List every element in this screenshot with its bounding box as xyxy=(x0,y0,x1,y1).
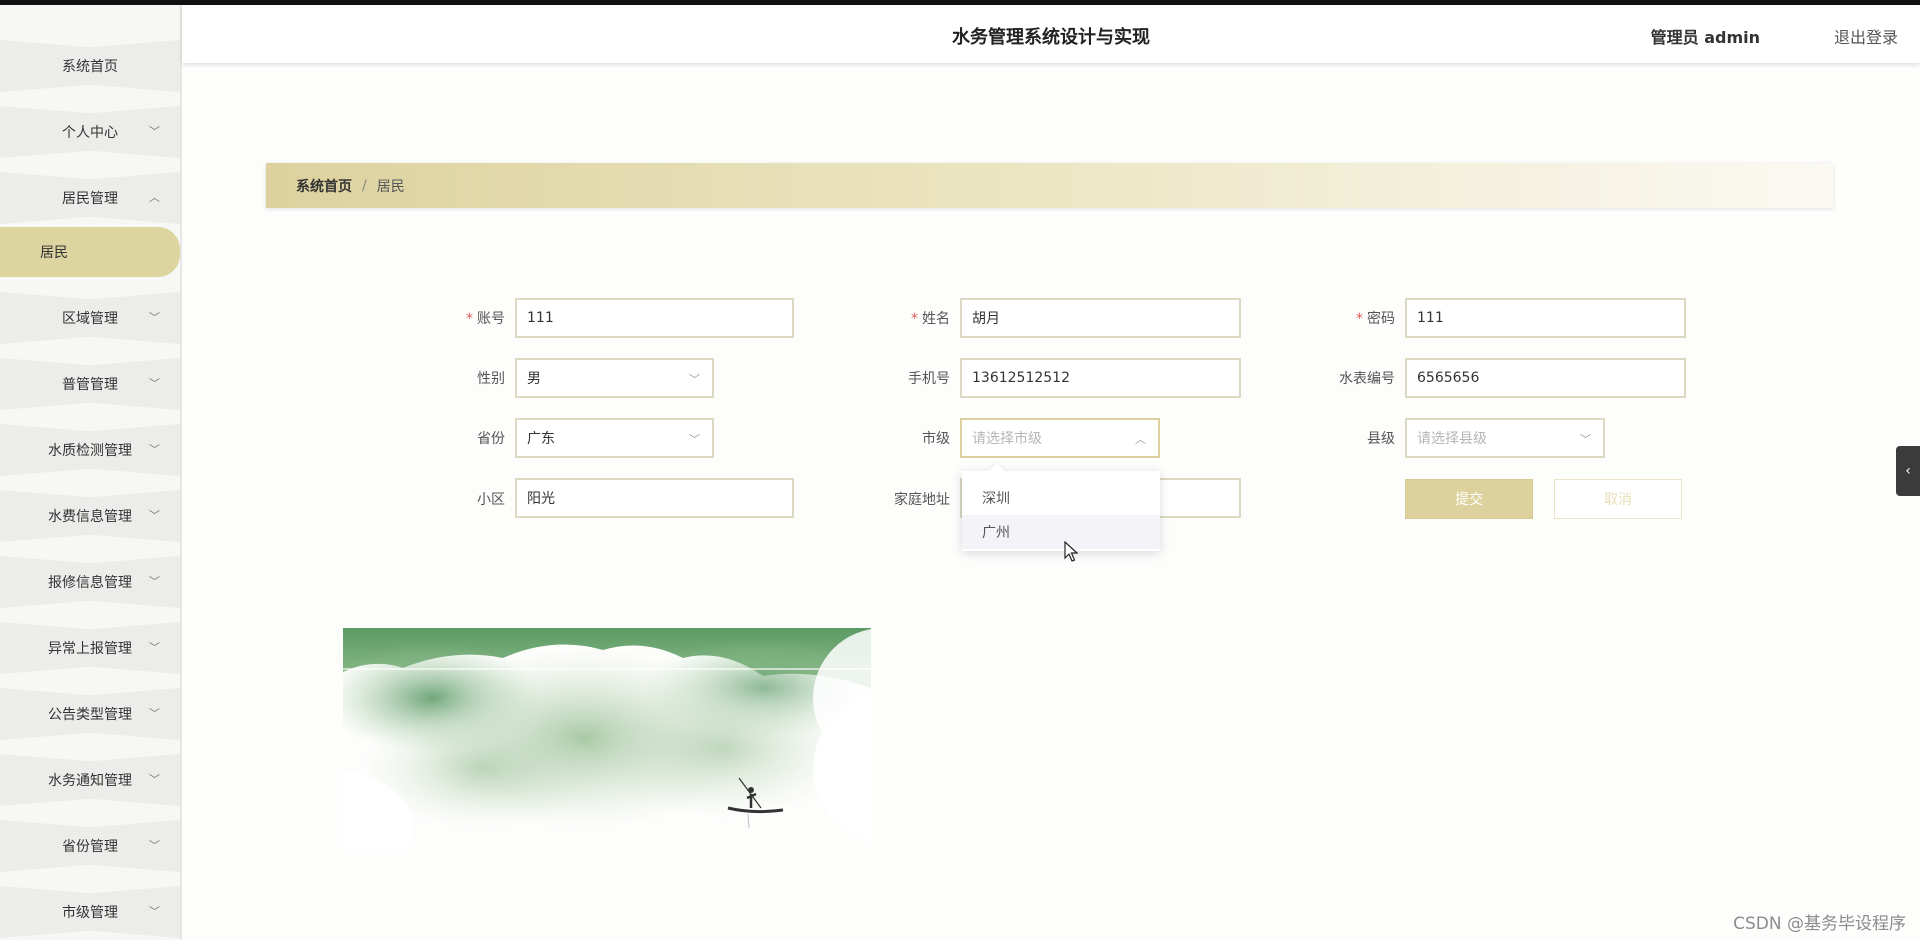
sidebar-item-repair[interactable]: 报修信息管理 ﹀ xyxy=(0,556,180,608)
password-input[interactable]: 111 xyxy=(1405,298,1686,338)
gender-select-value: 男 xyxy=(527,371,541,387)
sidebar-item-label: 系统首页 xyxy=(62,59,118,75)
city-option[interactable]: 广州 xyxy=(962,515,1160,549)
county-label: 县级 xyxy=(1367,431,1395,447)
county-select-placeholder: 请选择县级 xyxy=(1417,431,1487,447)
sidebar-item-label: 区域管理 xyxy=(62,311,118,327)
sidebar-item-label: 居民管理 xyxy=(62,191,118,207)
chevron-down-icon: ﹀ xyxy=(149,509,160,522)
sidebar-item-province[interactable]: 省份管理 ﹀ xyxy=(0,820,180,872)
chevron-down-icon: ﹀ xyxy=(149,125,160,138)
sidebar: 系统首页 个人中心 ﹀ 居民管理 ︿ 居民 区域管理 ﹀ 普管管理 ﹀ 水质检测… xyxy=(0,5,182,940)
cancel-button[interactable]: 取消 xyxy=(1554,479,1682,519)
required-mark: * xyxy=(466,311,473,327)
chevron-down-icon: ﹀ xyxy=(689,373,700,386)
gender-select[interactable]: 男 ﹀ xyxy=(515,358,714,398)
top-header: 水务管理系统设计与实现 管理员 admin 退出登录 xyxy=(182,5,1920,63)
community-input[interactable]: 阳光 xyxy=(515,478,794,518)
city-select-placeholder: 请选择市级 xyxy=(972,431,1042,447)
sidebar-item-personal-center[interactable]: 个人中心 ﹀ xyxy=(0,106,180,158)
address-label: 家庭地址 xyxy=(894,492,950,508)
chevron-down-icon: ﹀ xyxy=(149,641,160,654)
meter-label: 水表编号 xyxy=(1339,371,1395,387)
chevron-down-icon: ﹀ xyxy=(149,575,160,588)
breadcrumb-separator: / xyxy=(362,177,367,194)
chevron-up-icon: ︿ xyxy=(1135,433,1146,446)
sidebar-item-home[interactable]: 系统首页 xyxy=(0,40,180,92)
sidebar-item-label: 报修信息管理 xyxy=(48,575,132,591)
city-label: 市级 xyxy=(922,431,950,447)
gender-label: 性别 xyxy=(477,371,505,387)
account-input[interactable]: 111 xyxy=(515,298,794,338)
submit-button[interactable]: 提交 xyxy=(1405,479,1533,519)
sidebar-item-staff-management[interactable]: 普管管理 ﹀ xyxy=(0,358,180,410)
sidebar-item-label: 省份管理 xyxy=(62,839,118,855)
logout-link[interactable]: 退出登录 xyxy=(1834,24,1898,48)
meter-number-input[interactable]: 6565656 xyxy=(1405,358,1686,398)
sidebar-item-label: 普管管理 xyxy=(62,377,118,393)
county-select[interactable]: 请选择县级 ﹀ xyxy=(1405,418,1605,458)
breadcrumb-home[interactable]: 系统首页 xyxy=(296,176,352,196)
province-select[interactable]: 广东 ﹀ xyxy=(515,418,714,458)
community-label: 小区 xyxy=(477,492,505,508)
city-dropdown: 深圳 广州 xyxy=(962,471,1160,551)
chevron-down-icon: ﹀ xyxy=(149,311,160,324)
account-label: * 账号 xyxy=(466,311,505,327)
sidebar-item-label: 水费信息管理 xyxy=(48,509,132,525)
sidebar-item-water-fee[interactable]: 水费信息管理 ﹀ xyxy=(0,490,180,542)
phone-input[interactable]: 13612512512 xyxy=(960,358,1241,398)
city-select[interactable]: 请选择市级 ︿ xyxy=(960,418,1160,458)
sidebar-item-label: 水质检测管理 xyxy=(48,443,132,459)
sidebar-item-label: 市级管理 xyxy=(62,905,118,921)
name-input[interactable]: 胡月 xyxy=(960,298,1241,338)
sidebar-item-label: 居民 xyxy=(40,245,68,261)
sidebar-item-water-quality[interactable]: 水质检测管理 ﹀ xyxy=(0,424,180,476)
mouse-cursor-icon xyxy=(1064,541,1078,562)
chevron-down-icon: ﹀ xyxy=(149,377,160,390)
sidebar-item-resident-management[interactable]: 居民管理 ︿ xyxy=(0,172,180,224)
chevron-down-icon: ﹀ xyxy=(149,443,160,456)
city-option[interactable]: 深圳 xyxy=(962,481,1160,515)
sidebar-item-anomaly-report[interactable]: 异常上报管理 ﹀ xyxy=(0,622,180,674)
drawer-toggle-button[interactable]: ‹ xyxy=(1896,446,1920,496)
chevron-down-icon: ﹀ xyxy=(689,433,700,446)
name-label: * 姓名 xyxy=(911,311,950,327)
chevron-down-icon: ﹀ xyxy=(1580,433,1591,446)
required-mark: * xyxy=(911,311,918,327)
chevron-down-icon: ﹀ xyxy=(149,839,160,852)
sidebar-item-label: 公告类型管理 xyxy=(48,707,132,723)
watermark: CSDN @基务毕设程序 xyxy=(1733,914,1906,934)
chevron-up-icon: ︿ xyxy=(149,191,160,204)
ink-landscape-painting xyxy=(343,628,871,850)
sidebar-item-label: 水务通知管理 xyxy=(48,773,132,789)
chevron-down-icon: ﹀ xyxy=(149,905,160,918)
chevron-down-icon: ﹀ xyxy=(149,707,160,720)
password-label: * 密码 xyxy=(1356,311,1395,327)
sidebar-item-label: 个人中心 xyxy=(62,125,118,141)
current-user: 管理员 admin xyxy=(1650,28,1760,47)
breadcrumb-current: 居民 xyxy=(376,178,405,195)
sidebar-item-city[interactable]: 市级管理 ﹀ xyxy=(0,886,180,938)
sidebar-item-area-management[interactable]: 区域管理 ﹀ xyxy=(0,292,180,344)
province-select-value: 广东 xyxy=(527,431,555,447)
sidebar-item-label: 异常上报管理 xyxy=(48,641,132,657)
province-label: 省份 xyxy=(477,431,505,447)
chevron-down-icon: ﹀ xyxy=(149,773,160,786)
sidebar-item-water-notice[interactable]: 水务通知管理 ﹀ xyxy=(0,754,180,806)
sidebar-item-notice-type[interactable]: 公告类型管理 ﹀ xyxy=(0,688,180,740)
breadcrumb: 系统首页 / 居民 xyxy=(266,163,1833,208)
sidebar-item-resident[interactable]: 居民 xyxy=(0,227,180,277)
phone-label: 手机号 xyxy=(908,371,950,387)
required-mark: * xyxy=(1356,311,1363,327)
